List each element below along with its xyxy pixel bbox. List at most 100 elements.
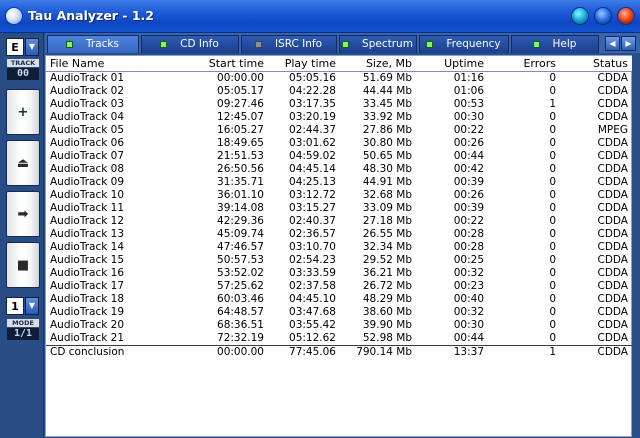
plus-icon: + bbox=[17, 105, 29, 120]
stop-button[interactable]: ■ bbox=[6, 242, 40, 288]
table-cell: 02:40.37 bbox=[289, 214, 336, 227]
table-row[interactable]: AudioTrack 07 21:51.53 04:59.02 50.65 Mb 00:… bbox=[46, 150, 632, 163]
tab-scroll-left-icon[interactable]: ◀ bbox=[605, 36, 620, 51]
table-cell: 0 bbox=[549, 71, 556, 84]
table-cell: CDDA bbox=[597, 136, 628, 149]
table-cell: 04:25.13 bbox=[289, 175, 336, 188]
table-row[interactable]: AudioTrack 04 12:45.07 03:20.19 33.92 Mb 00:… bbox=[46, 111, 632, 124]
table-cell: 32.68 Mb bbox=[362, 188, 412, 201]
table-row[interactable]: AudioTrack 19 64:48.57 03:47.68 38.60 Mb 00:… bbox=[46, 306, 632, 319]
table-cell: AudioTrack 21 bbox=[50, 331, 125, 344]
app-icon[interactable] bbox=[6, 8, 22, 24]
table-cell: 00:39 bbox=[453, 175, 484, 188]
table-cell: 0 bbox=[549, 201, 556, 214]
column-header-start-time[interactable]: Start time bbox=[196, 56, 268, 72]
table-row[interactable]: AudioTrack 15 50:57.53 02:54.23 29.52 Mb 00:… bbox=[46, 254, 632, 267]
table-cell: 03:10.70 bbox=[289, 240, 336, 253]
table-cell: 00:22 bbox=[453, 123, 484, 136]
table-cell: 0 bbox=[549, 84, 556, 97]
tab-isrc-info[interactable]: ISRC Info bbox=[241, 35, 337, 53]
table-cell: 00:53 bbox=[453, 97, 484, 110]
tab-tracks[interactable]: Tracks bbox=[47, 35, 139, 53]
table-cell: AudioTrack 03 bbox=[50, 97, 125, 110]
drive-dropdown-chevron-icon[interactable]: ▼ bbox=[25, 38, 39, 56]
table-cell: 26.72 Mb bbox=[362, 279, 412, 292]
table-cell: 0 bbox=[549, 318, 556, 331]
tab-scroll-right-icon[interactable]: ▶ bbox=[621, 36, 636, 51]
table-row[interactable]: AudioTrack 17 57:25.62 02:37.58 26.72 Mb 00:… bbox=[46, 280, 632, 293]
table-cell: 02:36.57 bbox=[289, 227, 336, 240]
table-cell: AudioTrack 13 bbox=[50, 227, 125, 240]
table-cell: 21:51.53 bbox=[217, 149, 264, 162]
table-row[interactable]: AudioTrack 08 26:50.56 04:45.14 48.30 Mb 00:… bbox=[46, 163, 632, 176]
table-cell: 00:26 bbox=[453, 136, 484, 149]
table-row[interactable]: AudioTrack 16 53:52.02 03:33.59 36.21 Mb 00:… bbox=[46, 267, 632, 280]
table-cell: 02:44.37 bbox=[289, 123, 336, 136]
table-cell: 27.18 Mb bbox=[362, 214, 412, 227]
table-row[interactable]: AudioTrack 03 09:27.46 03:17.35 33.45 Mb 00:… bbox=[46, 98, 632, 111]
minimize-button[interactable] bbox=[572, 8, 588, 24]
table-cell: 03:17.35 bbox=[289, 97, 336, 110]
table-cell: 30.80 Mb bbox=[362, 136, 412, 149]
tab-help[interactable]: Help bbox=[511, 35, 599, 53]
eject-icon: ⏏ bbox=[16, 156, 30, 171]
column-header-play-time[interactable]: Play time bbox=[268, 56, 340, 72]
table-cell: 00:32 bbox=[453, 266, 484, 279]
table-cell: 72:32.19 bbox=[217, 331, 264, 344]
column-header-file-name[interactable]: File Name bbox=[46, 56, 196, 72]
table-cell: CDDA bbox=[597, 175, 628, 188]
table-cell: 00:25 bbox=[453, 253, 484, 266]
table-cell: 0 bbox=[549, 188, 556, 201]
table-row[interactable]: AudioTrack 12 42:29.36 02:40.37 27.18 Mb 00:… bbox=[46, 215, 632, 228]
mode-dropdown-chevron-icon[interactable]: ▼ bbox=[25, 297, 39, 315]
maximize-button[interactable] bbox=[595, 8, 611, 24]
add-button[interactable]: + bbox=[6, 89, 40, 135]
play-button[interactable]: ➡ bbox=[6, 191, 40, 237]
table-cell: 29.52 Mb bbox=[362, 253, 412, 266]
column-header-size[interactable]: Size, Mb bbox=[340, 56, 416, 72]
table-cell: 03:01.62 bbox=[289, 136, 336, 149]
table-cell: 0 bbox=[549, 123, 556, 136]
tab-cd-info[interactable]: CD Info bbox=[141, 35, 239, 53]
table-row[interactable]: AudioTrack 10 36:01.10 03:12.72 32.68 Mb 00:… bbox=[46, 189, 632, 202]
table-row[interactable]: AudioTrack 13 45:09.74 02:36.57 26.55 Mb 00:… bbox=[46, 228, 632, 241]
table-row[interactable]: AudioTrack 09 31:35.71 04:25.13 44.91 Mb 00:… bbox=[46, 176, 632, 189]
table-row[interactable]: AudioTrack 21 72:32.19 05:12.62 52.98 Mb 00:… bbox=[46, 332, 632, 346]
close-button[interactable] bbox=[618, 8, 634, 24]
table-row[interactable]: AudioTrack 02 05:05.17 04:22.28 44.44 Mb 01:… bbox=[46, 85, 632, 98]
column-header-uptime[interactable]: Uptime bbox=[416, 56, 488, 72]
table-cell: AudioTrack 09 bbox=[50, 175, 125, 188]
table-row[interactable]: AudioTrack 18 60:03.46 04:45.10 48.29 Mb 00:… bbox=[46, 293, 632, 306]
mode-select-value[interactable]: 1 bbox=[6, 297, 24, 315]
drive-letter[interactable]: E bbox=[6, 38, 24, 56]
title-bar[interactable]: Tau Analyzer - 1.2 bbox=[0, 0, 640, 33]
table-row[interactable]: AudioTrack 20 68:36.51 03:55.42 39.90 Mb 00:… bbox=[46, 319, 632, 332]
table-cell: 68:36.51 bbox=[217, 318, 264, 331]
table-cell: 33.09 Mb bbox=[362, 201, 412, 214]
table-row[interactable]: AudioTrack 06 18:49.65 03:01.62 30.80 Mb 00:… bbox=[46, 137, 632, 150]
column-header-status[interactable]: Status bbox=[560, 56, 632, 72]
table-cell: 60:03.46 bbox=[217, 292, 264, 305]
track-number-display: 00 bbox=[7, 68, 39, 80]
table-cell: 00:40 bbox=[453, 292, 484, 305]
table-cell: 01:06 bbox=[453, 84, 484, 97]
table-row[interactable]: AudioTrack 05 16:05.27 02:44.37 27.86 Mb 00:… bbox=[46, 124, 632, 137]
table-cell: AudioTrack 16 bbox=[50, 266, 125, 279]
table-cell: CDDA bbox=[597, 253, 628, 266]
table-cell: 0 bbox=[549, 162, 556, 175]
table-cell: 0 bbox=[549, 240, 556, 253]
table-cell: AudioTrack 17 bbox=[50, 279, 125, 292]
control-sidebar: E ▼ TRACK 00 + ⏏ ➡ ■ 1 ▼ MODE 1/1 bbox=[0, 33, 44, 438]
table-row[interactable]: AudioTrack 11 39:14.08 03:15.27 33.09 Mb 00:… bbox=[46, 202, 632, 215]
table-row[interactable]: AudioTrack 14 47:46.57 03:10.70 32.34 Mb 00:… bbox=[46, 241, 632, 254]
tab-frequency[interactable]: Frequency bbox=[419, 35, 509, 53]
tab-spectrum[interactable]: Spectrum bbox=[339, 35, 417, 53]
table-cell: 05:05.17 bbox=[217, 84, 264, 97]
table-cell: 38.60 Mb bbox=[362, 305, 412, 318]
table-row[interactable]: AudioTrack 01 00:00.00 05:05.16 51.69 Mb 01:… bbox=[46, 71, 632, 85]
table-cell: 03:15.27 bbox=[289, 201, 336, 214]
column-header-errors[interactable]: Errors bbox=[488, 56, 560, 72]
table-cell: 36:01.10 bbox=[217, 188, 264, 201]
conclusion-cell: 1 bbox=[488, 344, 560, 359]
eject-button[interactable]: ⏏ bbox=[6, 140, 40, 186]
